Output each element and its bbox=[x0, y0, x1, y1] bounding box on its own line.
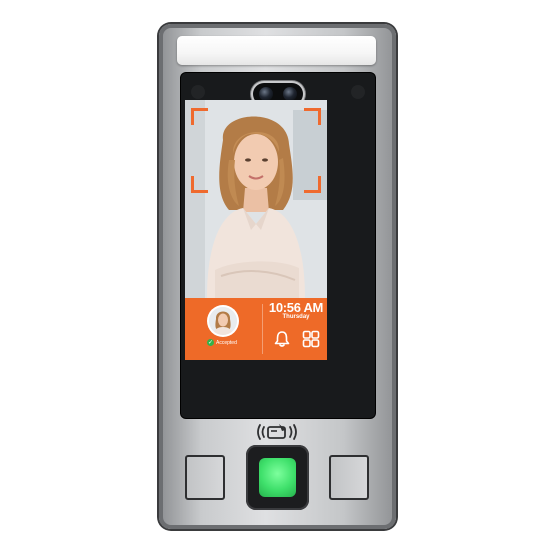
apps-grid-icon[interactable] bbox=[302, 330, 320, 348]
access-status: ✓ Accepted bbox=[207, 339, 237, 346]
face-frame-corner-bottom-left bbox=[191, 176, 208, 193]
rfid-card-icon bbox=[257, 424, 297, 440]
camera-lens-left bbox=[259, 87, 273, 101]
fingerprint-reader[interactable] bbox=[246, 445, 309, 510]
status-panel: ✓ Accepted 10:56 AM Thursday bbox=[185, 298, 327, 360]
recognized-user-avatar bbox=[209, 307, 237, 335]
face-frame-corner-bottom-right bbox=[304, 176, 321, 193]
left-button[interactable] bbox=[185, 455, 225, 500]
panel-divider bbox=[262, 304, 263, 354]
fingerprint-sensor[interactable] bbox=[259, 458, 296, 497]
check-circle-icon: ✓ bbox=[207, 339, 214, 346]
portrait-image bbox=[185, 100, 327, 298]
clock-day: Thursday bbox=[282, 314, 310, 320]
face-frame-corner-top-right bbox=[304, 108, 321, 125]
ir-sensor-left bbox=[191, 85, 205, 99]
face-frame-corner-top-left bbox=[191, 108, 208, 125]
right-button[interactable] bbox=[329, 455, 369, 500]
access-control-terminal: ✓ Accepted 10:56 AM Thursday bbox=[159, 24, 396, 529]
camera-lens-right bbox=[283, 87, 297, 101]
face-recognition-preview bbox=[185, 100, 327, 298]
clock-time: 10:56 AM bbox=[268, 300, 324, 315]
access-status-label: Accepted bbox=[216, 339, 237, 346]
fill-light-bar bbox=[177, 36, 376, 65]
bell-icon[interactable] bbox=[273, 330, 291, 348]
device-screen: ✓ Accepted 10:56 AM Thursday bbox=[185, 100, 327, 360]
ir-sensor-right bbox=[351, 85, 365, 99]
